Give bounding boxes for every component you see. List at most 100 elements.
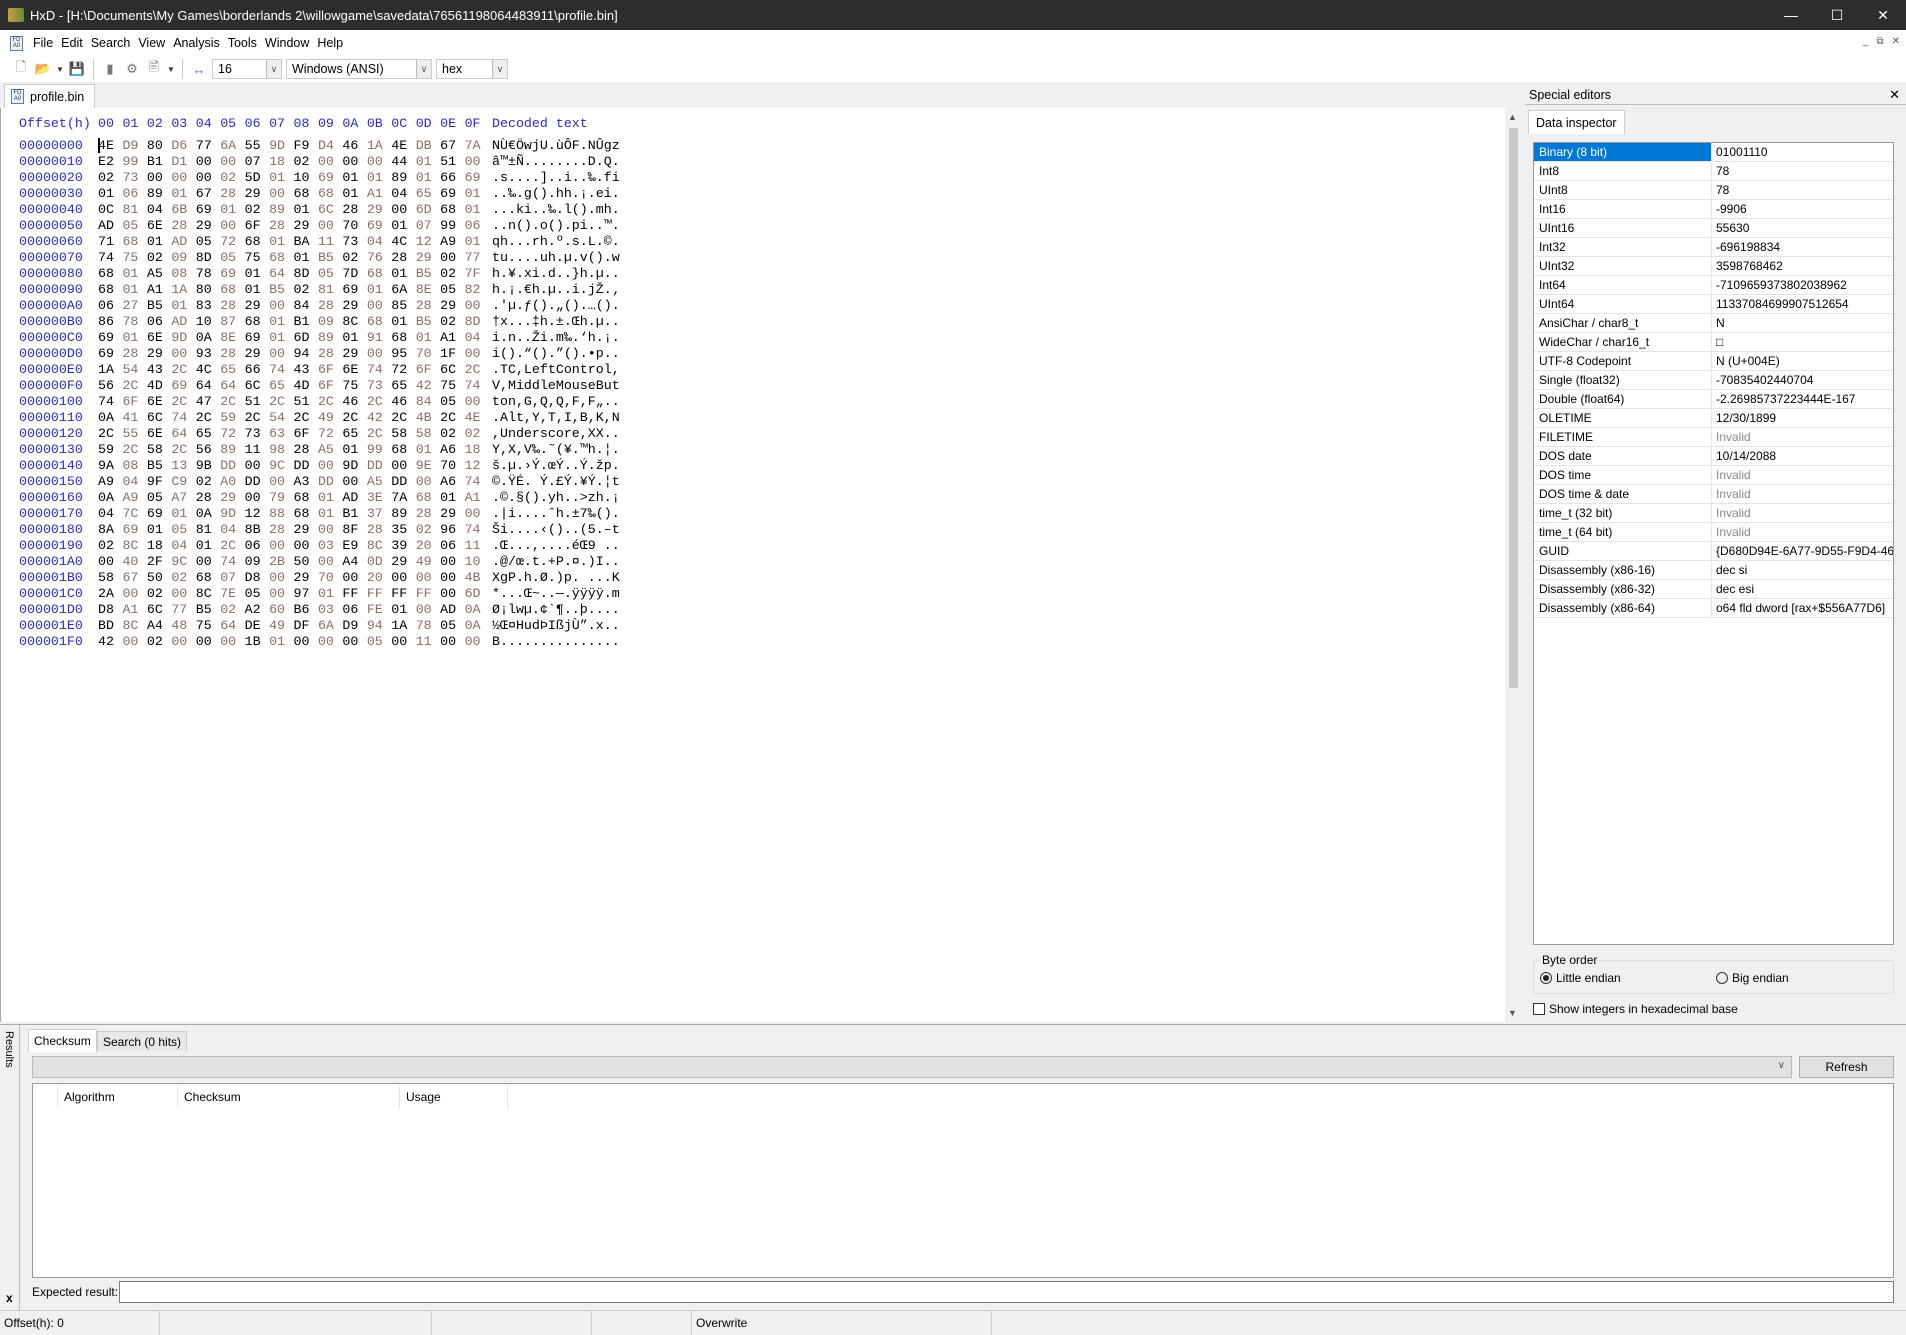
save-icon[interactable]: 💾 <box>68 60 86 78</box>
hex-byte[interactable]: F9 <box>294 138 318 153</box>
hex-byte[interactable]: 41 <box>122 410 146 425</box>
hex-byte[interactable]: 18 <box>465 442 489 457</box>
inspector-value[interactable]: Invalid <box>1712 523 1893 541</box>
hex-byte[interactable]: 00 <box>294 538 318 553</box>
hex-byte[interactable]: 77 <box>465 250 489 265</box>
hex-byte[interactable]: BA <box>294 234 318 249</box>
inspector-value[interactable]: dec esi <box>1712 580 1893 598</box>
hex-byte[interactable]: 01 <box>269 314 293 329</box>
mdi-minimize-button[interactable]: _ <box>1863 36 1869 47</box>
hex-byte[interactable]: 7A <box>391 490 415 505</box>
hex-byte[interactable]: 75 <box>196 618 220 633</box>
hex-byte[interactable]: 00 <box>391 458 415 473</box>
hex-byte[interactable]: 2C <box>196 410 220 425</box>
hex-byte[interactable]: 6F <box>416 362 440 377</box>
inspector-value[interactable]: 3598768462 <box>1712 257 1893 275</box>
decoded-text[interactable]: .@/œ.t.+P.¤.)I.. <box>492 554 620 569</box>
hex-byte[interactable]: 68 <box>122 234 146 249</box>
hex-byte[interactable]: 00 <box>440 634 464 649</box>
hex-byte[interactable]: 00 <box>342 570 366 585</box>
hex-byte[interactable]: 00 <box>245 490 269 505</box>
hex-byte[interactable]: 01 <box>147 234 171 249</box>
hex-byte[interactable]: 00 <box>318 554 342 569</box>
hex-byte[interactable]: 01 <box>220 202 244 217</box>
minimize-button[interactable]: — <box>1768 0 1814 30</box>
hex-byte[interactable]: 69 <box>342 282 366 297</box>
hex-byte[interactable]: 2C <box>171 362 195 377</box>
hex-byte[interactable]: 06 <box>245 538 269 553</box>
decoded-text[interactable]: NÙ€ÖwjU.ùÔF.NÛgz <box>492 138 620 153</box>
hex-byte[interactable]: 07 <box>416 218 440 233</box>
hex-byte[interactable]: 72 <box>220 426 244 441</box>
hex-byte[interactable]: 29 <box>294 570 318 585</box>
hex-byte[interactable]: 06 <box>122 186 146 201</box>
hex-byte[interactable]: 51 <box>245 394 269 409</box>
hex-editor[interactable]: Offset(h) 00 01 02 03 04 05 06 07 08 09 0A 0B 0C 0D 0E 0… <box>0 108 1505 1022</box>
hex-byte[interactable]: 00 <box>171 346 195 361</box>
hex-byte[interactable]: 29 <box>220 490 244 505</box>
hex-byte[interactable]: 08 <box>171 266 195 281</box>
decoded-text[interactable]: .|i....ˆh.±7‰(). <box>492 506 620 521</box>
hex-byte[interactable]: 2C <box>171 394 195 409</box>
hex-byte[interactable]: 05 <box>220 250 244 265</box>
decoded-text[interactable]: ©.ŸÉ. Ý.£Ý.¥Ý.¦t <box>492 474 620 489</box>
hex-byte[interactable]: 64 <box>171 426 195 441</box>
hex-byte[interactable]: 74 <box>269 362 293 377</box>
inspector-value[interactable]: N (U+004E) <box>1712 352 1893 370</box>
hex-byte[interactable]: 8F <box>342 522 366 537</box>
decoded-text[interactable]: h.¥.xi.d..}h.µ.. <box>492 266 620 281</box>
hex-byte[interactable]: A1 <box>122 602 146 617</box>
hex-byte[interactable]: 3E <box>367 490 391 505</box>
hex-byte[interactable]: 6A <box>220 138 244 153</box>
hex-byte[interactable]: 05 <box>440 618 464 633</box>
hex-byte[interactable]: 00 <box>98 554 122 569</box>
inspector-row[interactable]: UInt32 3598768462 <box>1534 257 1893 276</box>
hex-byte[interactable]: 01 <box>416 170 440 185</box>
hex-byte[interactable]: 64 <box>220 618 244 633</box>
inspector-row[interactable]: UInt8 78 <box>1534 181 1893 200</box>
hex-byte[interactable]: 00 <box>342 634 366 649</box>
hex-byte[interactable]: 1A <box>367 138 391 153</box>
hex-byte[interactable]: 01 <box>416 154 440 169</box>
hex-byte[interactable]: A5 <box>147 266 171 281</box>
hex-byte[interactable]: 68 <box>416 490 440 505</box>
hex-byte[interactable]: 29 <box>342 346 366 361</box>
hex-byte[interactable]: 1A <box>171 282 195 297</box>
hex-byte[interactable]: 9C <box>171 554 195 569</box>
hex-base-checkbox[interactable]: Show integers in hexadecimal base <box>1533 1002 1738 1016</box>
bytes-per-row-select[interactable]: 16 ∨ <box>212 59 282 79</box>
hex-byte[interactable]: 65 <box>269 378 293 393</box>
hex-byte[interactable]: 67 <box>440 138 464 153</box>
hex-byte[interactable]: 0A <box>196 506 220 521</box>
hex-byte[interactable]: 81 <box>122 202 146 217</box>
close-results-icon[interactable]: x <box>6 1291 13 1305</box>
hex-byte[interactable]: 2C <box>367 394 391 409</box>
hex-byte[interactable]: 01 <box>318 586 342 601</box>
hex-byte[interactable]: 8C <box>367 538 391 553</box>
hex-byte[interactable]: 58 <box>147 442 171 457</box>
hex-byte[interactable]: 18 <box>269 154 293 169</box>
hex-byte[interactable]: 56 <box>98 378 122 393</box>
decoded-text[interactable]: V,MiddleMouseBut <box>492 378 620 393</box>
hex-byte[interactable]: 10 <box>294 170 318 185</box>
hex-byte[interactable]: 7A <box>465 138 489 153</box>
hex-byte[interactable]: 29 <box>245 346 269 361</box>
hex-byte[interactable]: BD <box>98 618 122 633</box>
hex-byte[interactable]: 00 <box>440 586 464 601</box>
hex-byte[interactable]: 6A <box>391 282 415 297</box>
hex-byte[interactable]: 88 <box>269 506 293 521</box>
hex-byte[interactable]: 58 <box>391 426 415 441</box>
hex-byte[interactable]: 9E <box>416 458 440 473</box>
close-panel-icon[interactable]: ✕ <box>1889 87 1900 103</box>
hex-byte[interactable]: A1 <box>440 330 464 345</box>
inspector-row[interactable]: time_t (32 bit) Invalid <box>1534 504 1893 523</box>
hex-byte[interactable]: 02 <box>342 250 366 265</box>
inspector-value[interactable]: Invalid <box>1712 504 1893 522</box>
hex-byte[interactable]: 0A <box>98 410 122 425</box>
hex-byte[interactable]: AD <box>342 490 366 505</box>
hex-byte[interactable]: 50 <box>294 554 318 569</box>
hex-byte[interactable]: 01 <box>147 522 171 537</box>
hex-byte[interactable]: 43 <box>294 362 318 377</box>
open-ram-icon[interactable]: ⚙ <box>123 60 141 78</box>
hex-byte[interactable]: 43 <box>147 362 171 377</box>
